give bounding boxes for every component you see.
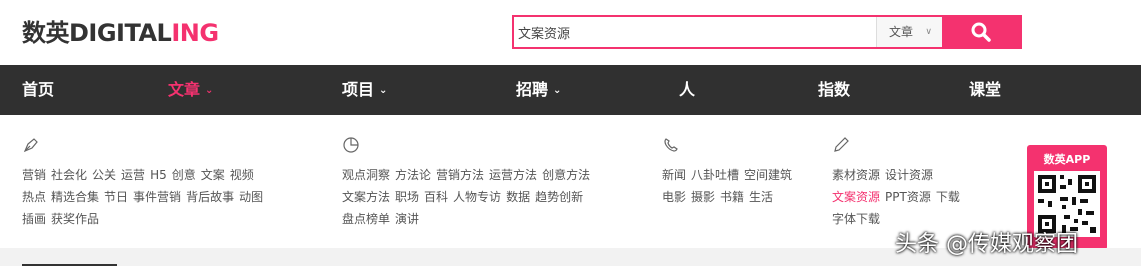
submenu-link[interactable]: 获奖作品	[51, 212, 99, 226]
submenu-link[interactable]: 方法论	[395, 168, 431, 182]
submenu-row: 素材资源 设计资源	[832, 166, 938, 183]
search-bar: 文章 ∨	[512, 15, 1022, 49]
nav-item-classroom[interactable]: 课堂	[969, 65, 1001, 115]
pen-nib-icon	[23, 138, 38, 153]
submenu-link[interactable]: 运营方法	[489, 168, 537, 182]
nav-label: 人	[679, 80, 696, 99]
submenu-row: 观点洞察 方法论 营销方法 运营方法 创意方法	[342, 166, 595, 183]
search-icon	[971, 22, 991, 42]
submenu-row: 插画 获奖作品	[22, 210, 104, 227]
nav-label: 项目	[342, 80, 375, 99]
submenu-link[interactable]: 社会化	[51, 168, 87, 182]
submenu-link-active[interactable]: 文案资源	[832, 190, 880, 204]
submenu-link[interactable]: 热点	[22, 190, 46, 204]
search-input[interactable]	[518, 17, 870, 47]
submenu-link[interactable]: 数据	[506, 190, 530, 204]
submenu-link[interactable]: 事件营销	[133, 190, 181, 204]
submenu-link[interactable]: 节日	[104, 190, 128, 204]
submenu-link[interactable]: 字体下载	[832, 212, 880, 226]
logo-accent-text: ING	[171, 19, 219, 47]
submenu-row: 热点 精选合集 节日 事件营销 背后故事 动图	[22, 188, 268, 205]
chevron-down-icon: ⌄	[553, 85, 562, 96]
submenu-link[interactable]: 趋势创新	[535, 190, 583, 204]
submenu-row: 营销 社会化 公关 运营 H5 创意 文案 视频	[22, 166, 259, 183]
submenu-link[interactable]: 视频	[230, 168, 254, 182]
submenu-link[interactable]: 插画	[22, 212, 46, 226]
submenu-link[interactable]: 素材资源	[832, 168, 880, 182]
submenu-link[interactable]: PPT资源	[885, 190, 931, 204]
submenu-link[interactable]: 空间建筑	[744, 168, 792, 182]
submenu-link[interactable]: 文案方法	[342, 190, 390, 204]
submenu-link[interactable]: 下载	[936, 190, 960, 204]
submenu-link[interactable]: 运营	[121, 168, 145, 182]
submenu-link[interactable]: 演讲	[395, 212, 419, 226]
submenu-link[interactable]: 百科	[424, 190, 448, 204]
submenu-link[interactable]: 动图	[239, 190, 263, 204]
search-category-label: 文章	[889, 25, 914, 39]
nav-label: 首页	[22, 80, 55, 99]
submenu-link[interactable]: 人物专访	[453, 190, 501, 204]
submenu-link[interactable]: 生活	[749, 190, 773, 204]
submenu-link[interactable]: 新闻	[662, 168, 686, 182]
submenu-link[interactable]: 观点洞察	[342, 168, 390, 182]
submenu-row: 文案资源 PPT资源 下载	[832, 188, 965, 205]
search-category-select[interactable]: 文章 ∨	[876, 17, 944, 47]
submenu-link[interactable]: 电影	[662, 190, 686, 204]
pencil-icon	[834, 137, 849, 152]
submenu-link[interactable]: 摄影	[691, 190, 715, 204]
nav-item-home[interactable]: 首页	[22, 65, 54, 115]
watermark: 头条 @传媒观察团	[895, 232, 1078, 257]
nav-label: 指数	[818, 80, 851, 99]
submenu-link[interactable]: 精选合集	[51, 190, 99, 204]
submenu-link[interactable]: 八卦吐槽	[691, 168, 739, 182]
chevron-down-icon: ⌄	[205, 85, 214, 96]
submenu-row: 新闻 八卦吐槽 空间建筑	[662, 166, 797, 183]
nav-item-articles[interactable]: 文章 ⌄	[168, 65, 213, 115]
submenu-link[interactable]: 背后故事	[186, 190, 234, 204]
nav-item-jobs[interactable]: 招聘 ⌄	[516, 65, 561, 115]
logo-text: 数英DIGITAL	[22, 19, 172, 47]
search-button[interactable]	[942, 15, 1020, 49]
phone-icon	[664, 138, 678, 152]
submenu-link[interactable]: H5	[150, 168, 167, 182]
nav-label: 招聘	[516, 80, 549, 99]
nav-label: 文章	[168, 80, 201, 99]
main-nav: 首页 文章 ⌄ 项目 ⌄ 招聘 ⌄ 人 指数 课堂	[0, 65, 1141, 115]
nav-label: 课堂	[969, 80, 1002, 99]
header: 数英DIGITALING 文章 ∨	[0, 0, 1141, 65]
nav-item-projects[interactable]: 项目 ⌄	[342, 65, 387, 115]
pie-chart-icon	[343, 137, 359, 153]
submenu-link[interactable]: 盘点榜单	[342, 212, 390, 226]
submenu-row: 盘点榜单 演讲	[342, 210, 424, 227]
submenu-row: 文案方法 职场 百科 人物专访 数据 趋势创新	[342, 188, 588, 205]
app-label: 数英APP	[1043, 153, 1091, 166]
submenu-link[interactable]: 营销	[22, 168, 46, 182]
submenu-link[interactable]: 文案	[201, 168, 225, 182]
submenu-row: 电影 摄影 书籍 生活	[662, 188, 778, 205]
chevron-down-icon: ⌄	[379, 85, 388, 96]
submenu-link[interactable]: 设计资源	[885, 168, 933, 182]
nav-item-index[interactable]: 指数	[818, 65, 850, 115]
submenu-link[interactable]: 创意方法	[542, 168, 590, 182]
submenu-link[interactable]: 书籍	[720, 190, 744, 204]
submenu-link[interactable]: 公关	[92, 168, 116, 182]
nav-item-people[interactable]: 人	[679, 65, 695, 115]
logo[interactable]: 数英DIGITALING	[22, 19, 219, 47]
chevron-down-icon: ∨	[925, 27, 932, 37]
submenu-link[interactable]: 营销方法	[436, 168, 484, 182]
submenu-row: 字体下载	[832, 210, 885, 227]
submenu-link[interactable]: 创意	[172, 168, 196, 182]
submenu-link[interactable]: 职场	[395, 190, 419, 204]
